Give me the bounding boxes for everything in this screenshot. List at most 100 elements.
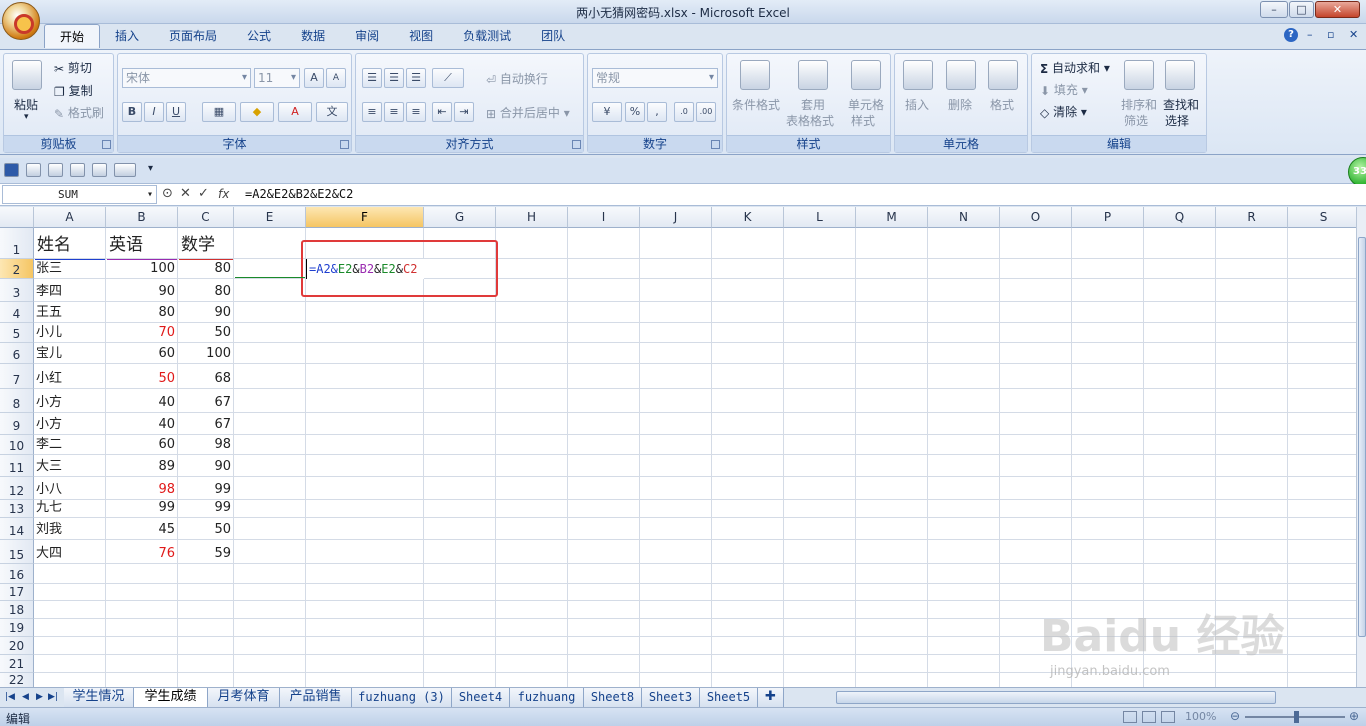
col-header-c[interactable]: C (178, 207, 234, 228)
header-name[interactable]: 姓名 (37, 232, 71, 258)
office-button-icon[interactable] (2, 2, 40, 40)
shrink-font-button[interactable]: A (326, 68, 346, 88)
sheet-tab-7[interactable]: fuzhuang (510, 688, 584, 707)
formula-input[interactable]: =A2&E2&B2&E2&C2 (245, 187, 353, 201)
row-header-7[interactable]: 7 (0, 364, 34, 389)
paste-icon[interactable] (12, 60, 42, 90)
cell-english[interactable]: 45 (106, 520, 178, 540)
row-header-17[interactable]: 17 (0, 584, 34, 601)
col-header-b[interactable]: B (106, 207, 178, 228)
cell-name[interactable]: 刘我 (36, 520, 106, 540)
font-name-select[interactable]: 宋体 (122, 68, 251, 88)
fill-color-icon[interactable]: ◆ (240, 102, 274, 122)
insert-cells-icon[interactable] (903, 60, 933, 90)
insert-sheet-icon[interactable]: ✚ (758, 688, 784, 707)
cell-math[interactable]: 90 (178, 457, 234, 477)
clear-button[interactable]: ◇ 清除 ▾ (1040, 103, 1087, 120)
help-icon[interactable]: ? (1284, 28, 1298, 42)
sheet-tab-10[interactable]: Sheet5 (700, 688, 758, 707)
zoom-level[interactable]: 100% (1185, 710, 1216, 723)
cell-name[interactable]: 大三 (36, 457, 106, 477)
cell-name[interactable]: 小方 (36, 393, 106, 413)
orientation-icon[interactable]: ⟋ (432, 68, 464, 88)
merge-center-button[interactable]: ⊞ 合并后居中 ▾ (486, 104, 570, 121)
prev-sheet-icon[interactable]: ◀ (22, 692, 29, 702)
paste-dropdown-icon[interactable]: ▾ (24, 112, 29, 122)
cell-english[interactable]: 99 (106, 498, 178, 518)
row-header-19[interactable]: 19 (0, 619, 34, 637)
tab-review[interactable]: 审阅 (340, 24, 394, 48)
col-header-p[interactable]: P (1072, 207, 1144, 228)
customize-qat-icon[interactable]: ▾ (148, 163, 153, 174)
horizontal-scroll-thumb[interactable] (836, 691, 1276, 704)
minimize-button[interactable]: – (1260, 1, 1288, 18)
align-center-icon[interactable]: ≡ (384, 102, 404, 122)
sheet-tab-4[interactable]: 产品销售 (280, 688, 352, 707)
align-bottom-icon[interactable]: ☰ (406, 68, 426, 88)
italic-button[interactable]: I (144, 102, 164, 122)
formula-expand-icon[interactable]: ⊙ (162, 186, 173, 201)
conditional-format-icon[interactable] (740, 60, 770, 90)
cell-name[interactable]: 小八 (36, 480, 106, 500)
cell-english[interactable]: 60 (106, 344, 178, 364)
sheet-tab-5[interactable]: fuzhuang (3) (352, 688, 452, 707)
row-header-2[interactable]: 2 (0, 259, 34, 279)
col-header-n[interactable]: N (928, 207, 1000, 228)
row-header-22[interactable]: 22 (0, 673, 34, 687)
autosum-button[interactable]: Σ 自动求和 ▾ (1040, 59, 1110, 76)
phonetic-icon[interactable]: 文 (316, 102, 348, 122)
header-english[interactable]: 英语 (109, 232, 143, 258)
row-header-16[interactable]: 16 (0, 564, 34, 584)
row-header-13[interactable]: 13 (0, 500, 34, 518)
print-icon[interactable] (48, 163, 63, 177)
preview-icon[interactable] (70, 163, 85, 177)
tab-insert[interactable]: 插入 (100, 24, 154, 48)
grow-font-button[interactable]: A (304, 68, 324, 88)
align-top-icon[interactable]: ☰ (362, 68, 382, 88)
cell-math[interactable]: 68 (178, 369, 234, 389)
alignment-launcher-icon[interactable] (572, 140, 581, 149)
zoom-out-icon[interactable]: ⊖ (1230, 709, 1240, 723)
format-cells-icon[interactable] (988, 60, 1018, 90)
col-header-q[interactable]: Q (1144, 207, 1216, 228)
col-header-a[interactable]: A (34, 207, 106, 228)
cell-name[interactable]: 李四 (36, 282, 106, 302)
insert-cells-button[interactable]: 插入 (905, 96, 929, 113)
cell-english[interactable]: 76 (106, 544, 178, 564)
align-middle-icon[interactable]: ☰ (384, 68, 404, 88)
row-header-4[interactable]: 4 (0, 302, 34, 323)
find-select-label-2[interactable]: 选择 (1165, 112, 1189, 129)
tab-formulas[interactable]: 公式 (232, 24, 286, 48)
vertical-scroll-thumb[interactable] (1358, 237, 1366, 637)
cell-english[interactable]: 40 (106, 415, 178, 435)
table-format-label-1[interactable]: 套用 (801, 96, 825, 113)
cell-english[interactable]: 70 (106, 323, 178, 343)
cell-math[interactable]: 80 (178, 282, 234, 302)
col-header-s[interactable]: S (1288, 207, 1356, 228)
row-header-1[interactable]: 1 (0, 228, 34, 259)
copy-button[interactable]: ❐ 复制 (54, 82, 93, 99)
col-header-e[interactable]: E (234, 207, 306, 228)
font-size-select[interactable]: 11 (254, 68, 300, 88)
row-header-21[interactable]: 21 (0, 655, 34, 673)
col-header-j[interactable]: J (640, 207, 712, 228)
find-select-label-1[interactable]: 查找和 (1163, 96, 1199, 113)
tab-view[interactable]: 视图 (394, 24, 448, 48)
sheet-tab-9[interactable]: Sheet3 (642, 688, 700, 707)
sort-filter-label-1[interactable]: 排序和 (1121, 96, 1157, 113)
cell-english[interactable]: 89 (106, 457, 178, 477)
cell-math[interactable]: 50 (178, 520, 234, 540)
currency-icon[interactable]: ¥ (592, 102, 622, 122)
sort-filter-label-2[interactable]: 筛选 (1124, 112, 1148, 129)
vertical-scrollbar[interactable] (1356, 207, 1366, 687)
table-format-icon[interactable] (798, 60, 828, 90)
col-header-r[interactable]: R (1216, 207, 1288, 228)
cell-name[interactable]: 王五 (36, 303, 106, 323)
cut-button[interactable]: ✂ 剪切 (54, 59, 92, 76)
ribbon-minimize-icon[interactable]: – (1307, 28, 1313, 41)
row-header-20[interactable]: 20 (0, 637, 34, 655)
header-math[interactable]: 数学 (181, 232, 215, 258)
row-header-10[interactable]: 10 (0, 435, 34, 455)
cell-name[interactable]: 小儿 (36, 323, 106, 343)
cell-style-label-1[interactable]: 单元格 (848, 96, 884, 113)
